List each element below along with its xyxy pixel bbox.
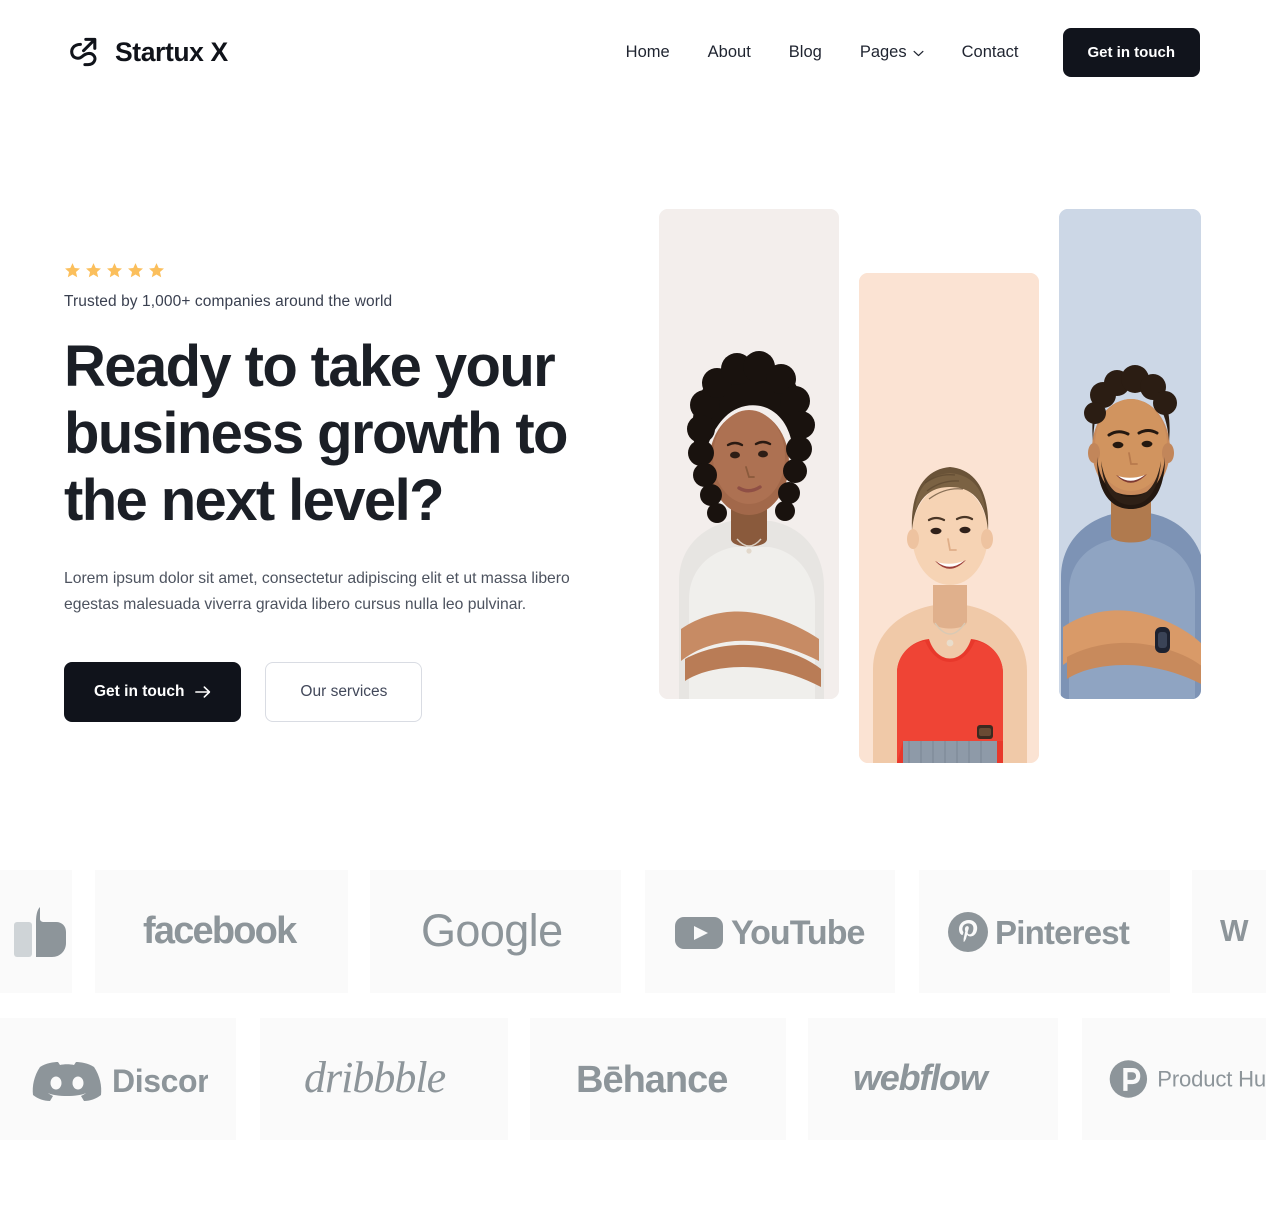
svg-text:Google: Google [421,908,563,956]
nav-label: Home [625,42,670,61]
logo-wordpress-partial: W [1192,870,1266,993]
star-icon [106,262,123,279]
logo-producthunt-partial: Product Hu [1082,1018,1266,1140]
svg-text:Discord: Discord [112,1063,208,1099]
portrait-woman-curly-hair [659,209,839,699]
svg-text:YouTube: YouTube [731,914,864,952]
logo-pinterest: Pinterest [919,870,1170,993]
logo-webflow: webflow [808,1018,1058,1140]
logo-dribbble: dribbble [260,1018,508,1140]
logo-google: Google [370,870,621,993]
logo-strip-row-1: facebook Google YouTube Pinterest W [0,870,1266,993]
nav-item-blog[interactable]: Blog [770,43,841,62]
landing-page: Startux X Home About Blog Pages Contact … [0,0,1266,1206]
portrait-woman-red-top [859,273,1039,763]
nav-item-home[interactable]: Home [607,43,689,62]
svg-text:facebook: facebook [143,911,298,952]
logo-youtube: YouTube [645,870,895,993]
chevron-down-icon [913,43,924,62]
site-header: Startux X Home About Blog Pages Contact … [0,0,1266,104]
rating-stars [64,262,634,279]
logo-behance: Bēhance [530,1018,786,1140]
nav-label: Blog [788,42,822,61]
nav-label: About [707,42,751,61]
svg-text:dribbble: dribbble [304,1053,446,1102]
header-get-in-touch-button[interactable]: Get in touch [1062,27,1200,77]
trusted-text: Trusted by 1,000+ companies around the w… [64,293,393,310]
hero-our-services-button[interactable]: Our services [265,662,423,722]
nav-label: Contact [961,42,1019,61]
portrait-man-blue-shirt [1059,209,1201,699]
svg-text:Pinterest: Pinterest [995,914,1130,951]
main-nav: Home About Blog Pages Contact Get in tou… [607,27,1200,77]
logo-strip-row-2: Discord dribbble Bēhance webflow [0,1018,1266,1140]
hero-cta-row: Get in touch Our services [64,662,634,722]
star-icon [64,262,81,279]
page-title: Ready to take your business growth to th… [64,334,568,533]
brand-name: Startux X [115,36,228,67]
svg-text:Product Hu: Product Hu [1157,1067,1266,1092]
svg-text:W: W [1220,915,1249,948]
nav-item-contact[interactable]: Contact [943,43,1038,62]
logo-discord: Discord [0,1018,236,1140]
hero-subcopy: Lorem ipsum dolor sit amet, consectetur … [64,570,570,613]
brand-logo[interactable]: Startux X [66,34,228,70]
star-icon [148,262,165,279]
nav-item-pages[interactable]: Pages [841,43,943,62]
star-icon [127,262,144,279]
logo-facebook: facebook [95,870,348,993]
arrow-swoosh-logo-icon [66,34,102,70]
button-label: Get in touch [94,683,185,700]
nav-label: Pages [859,42,907,61]
nav-item-about[interactable]: About [689,43,770,62]
hero-content: Trusted by 1,000+ companies around the w… [64,262,634,722]
star-icon [85,262,102,279]
arrow-right-icon [195,685,211,699]
svg-text:Bēhance: Bēhance [576,1059,727,1101]
logo-thumbs-up-partial [0,870,72,993]
svg-text:webflow: webflow [853,1057,990,1098]
hero-get-in-touch-button[interactable]: Get in touch [64,662,242,722]
